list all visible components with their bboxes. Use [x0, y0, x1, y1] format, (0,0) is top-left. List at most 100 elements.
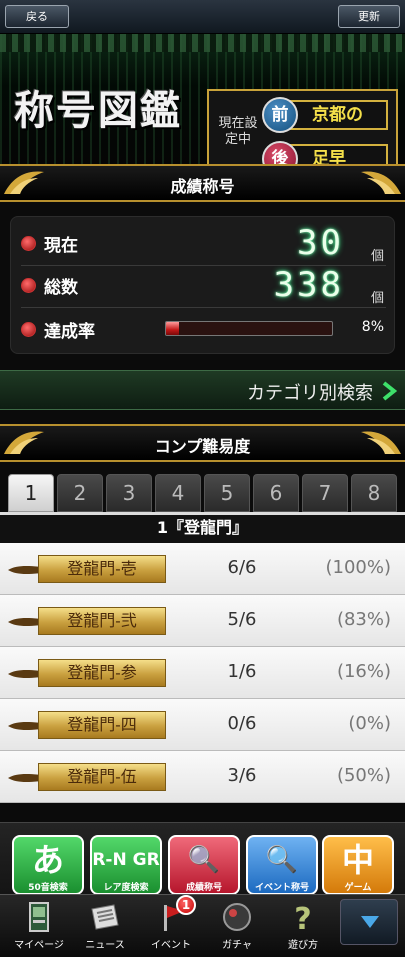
search-icon: 🔍	[187, 845, 221, 875]
question-mark-icon: ?	[294, 902, 311, 933]
current-setting-label: 現在設定中	[218, 116, 258, 147]
red-dot-icon	[21, 322, 36, 337]
title-count: 0/6	[227, 713, 257, 734]
triangle-down-icon	[361, 916, 379, 928]
back-button[interactable]: 戻る	[5, 5, 69, 28]
list-item[interactable]: 登龍門-四 0/6 (0%)	[0, 699, 405, 751]
nav-label: マイページ	[14, 940, 64, 951]
completion-progress-fill	[166, 322, 180, 335]
nav-event[interactable]: 1 イベント	[140, 895, 202, 955]
red-dot-icon	[21, 236, 36, 251]
achievement-title-search-button[interactable]: 🔍 成績称号	[168, 835, 240, 895]
nav-label: ガチャ	[222, 940, 252, 951]
completion-rate-label: 達成率	[44, 322, 95, 342]
tab-7[interactable]: 7	[302, 474, 348, 512]
list-item[interactable]: 登龍門-伍 3/6 (50%)	[0, 751, 405, 803]
title-count: 3/6	[227, 765, 257, 786]
title-name: 登龍門-参	[38, 659, 166, 687]
nav-label: ニュース	[85, 940, 125, 951]
prefix-slot: 京都の 前	[262, 97, 388, 133]
shortcut-caption: 50音検索	[28, 883, 68, 893]
achievements-banner: 成績称号	[0, 164, 405, 202]
svg-text:?: ?	[294, 902, 311, 933]
prefix-word: 京都の	[290, 100, 388, 130]
title-name: 登龍門-壱	[38, 555, 166, 583]
title-plaque: 登龍門-弐	[8, 607, 166, 635]
gacha-ball-icon	[223, 903, 251, 931]
title-name: 登龍門-四	[38, 711, 166, 739]
list-item[interactable]: 登龍門-参 1/6 (16%)	[0, 647, 405, 699]
total-label: 総数	[44, 278, 78, 298]
update-button[interactable]: 更新	[338, 5, 400, 28]
nav-mypage[interactable]: マイページ	[8, 895, 70, 955]
category-title: 1『登龍門』	[0, 515, 405, 543]
title-percent: (100%)	[325, 557, 391, 578]
shortcut-caption: ゲーム	[344, 883, 372, 893]
list-item[interactable]: 登龍門-弐 5/6 (83%)	[0, 595, 405, 647]
shortcut-caption: 成績称号	[185, 883, 222, 893]
nav-label: 遊び方	[288, 940, 318, 951]
nav-news[interactable]: ニュース	[74, 895, 136, 955]
title-count: 6/6	[227, 557, 257, 578]
current-count-value: 30	[297, 223, 344, 263]
red-dot-icon	[21, 278, 36, 293]
title-percent: (0%)	[348, 713, 391, 734]
completion-rate-row: 達成率 8%	[11, 309, 396, 349]
mypage-card-icon	[29, 902, 49, 932]
list-item[interactable]: 登龍門-壱 6/6 (100%)	[0, 543, 405, 595]
gold-wing-icon	[361, 171, 401, 194]
title-count: 5/6	[227, 609, 257, 630]
tab-4[interactable]: 4	[155, 474, 201, 512]
total-count-row: 総数 338 個	[11, 265, 396, 308]
category-search-label: カテゴリ別検索	[247, 383, 373, 404]
title-count: 1/6	[227, 661, 257, 682]
completion-rate-percent: 8%	[361, 319, 384, 335]
title-plaque: 登龍門-四	[8, 711, 166, 739]
prefix-badge: 前	[262, 97, 298, 133]
newspaper-icon	[91, 904, 119, 930]
title-name: 登龍門-伍	[38, 763, 166, 791]
achievement-stats-panel: 現在 30 個 総数 338 個 達成率 8%	[10, 216, 395, 354]
category-search-button[interactable]: カテゴリ別検索	[0, 370, 405, 410]
event-title-search-button[interactable]: 🔍 イベント称号	[246, 835, 318, 895]
page-title: 称号図鑑	[14, 87, 182, 134]
gold-wing-icon	[361, 431, 401, 454]
tab-5[interactable]: 5	[204, 474, 250, 512]
header: 称号図鑑 現在設定中 京都の 前 足早 後	[0, 34, 405, 185]
shortcut-caption: レア度検索	[103, 883, 149, 893]
rarity-search-button[interactable]: R-N GR レア度検索	[90, 835, 162, 895]
title-percent: (50%)	[336, 765, 391, 786]
hiragana-a-icon: あ	[31, 841, 64, 879]
mahjong-tile-icon: 中	[341, 841, 374, 879]
tab-3[interactable]: 3	[106, 474, 152, 512]
current-count-unit: 個	[370, 249, 384, 264]
tab-2[interactable]: 2	[57, 474, 103, 512]
title-plaque: 登龍門-伍	[8, 763, 166, 791]
search-icon: 🔍	[265, 845, 299, 875]
nav-more-button[interactable]	[340, 899, 398, 945]
total-count-value: 338	[273, 265, 344, 305]
tab-6[interactable]: 6	[253, 474, 299, 512]
game-title-button[interactable]: 中 ゲーム	[322, 835, 394, 895]
tab-1[interactable]: 1	[8, 474, 54, 512]
total-count-unit: 個	[370, 291, 384, 306]
title-plaque: 登龍門-壱	[8, 555, 166, 583]
difficulty-banner: コンプ難易度	[0, 424, 405, 462]
nav-howto[interactable]: ? 遊び方	[272, 895, 334, 955]
difficulty-tabs: 1 2 3 4 5 6 7 8	[8, 474, 400, 512]
nav-label: イベント	[151, 940, 191, 951]
shortcut-caption: イベント称号	[254, 883, 309, 893]
current-count-row: 現在 30 個	[11, 223, 396, 266]
kana-search-button[interactable]: あ 50音検索	[12, 835, 84, 895]
current-label: 現在	[44, 236, 78, 256]
tab-8[interactable]: 8	[351, 474, 397, 512]
bottom-nav: マイページ ニュース 1 イベント ガチャ ? 遊び方	[0, 894, 405, 957]
title-plaque: 登龍門-参	[8, 659, 166, 687]
event-count-badge: 1	[176, 895, 196, 915]
rarity-icon: R-N GR	[92, 850, 160, 870]
nav-gacha[interactable]: ガチャ	[206, 895, 268, 955]
title-name: 登龍門-弐	[38, 607, 166, 635]
chevron-right-icon	[382, 381, 397, 401]
difficulty-banner-title: コンプ難易度	[154, 437, 251, 456]
title-percent: (83%)	[336, 609, 391, 630]
